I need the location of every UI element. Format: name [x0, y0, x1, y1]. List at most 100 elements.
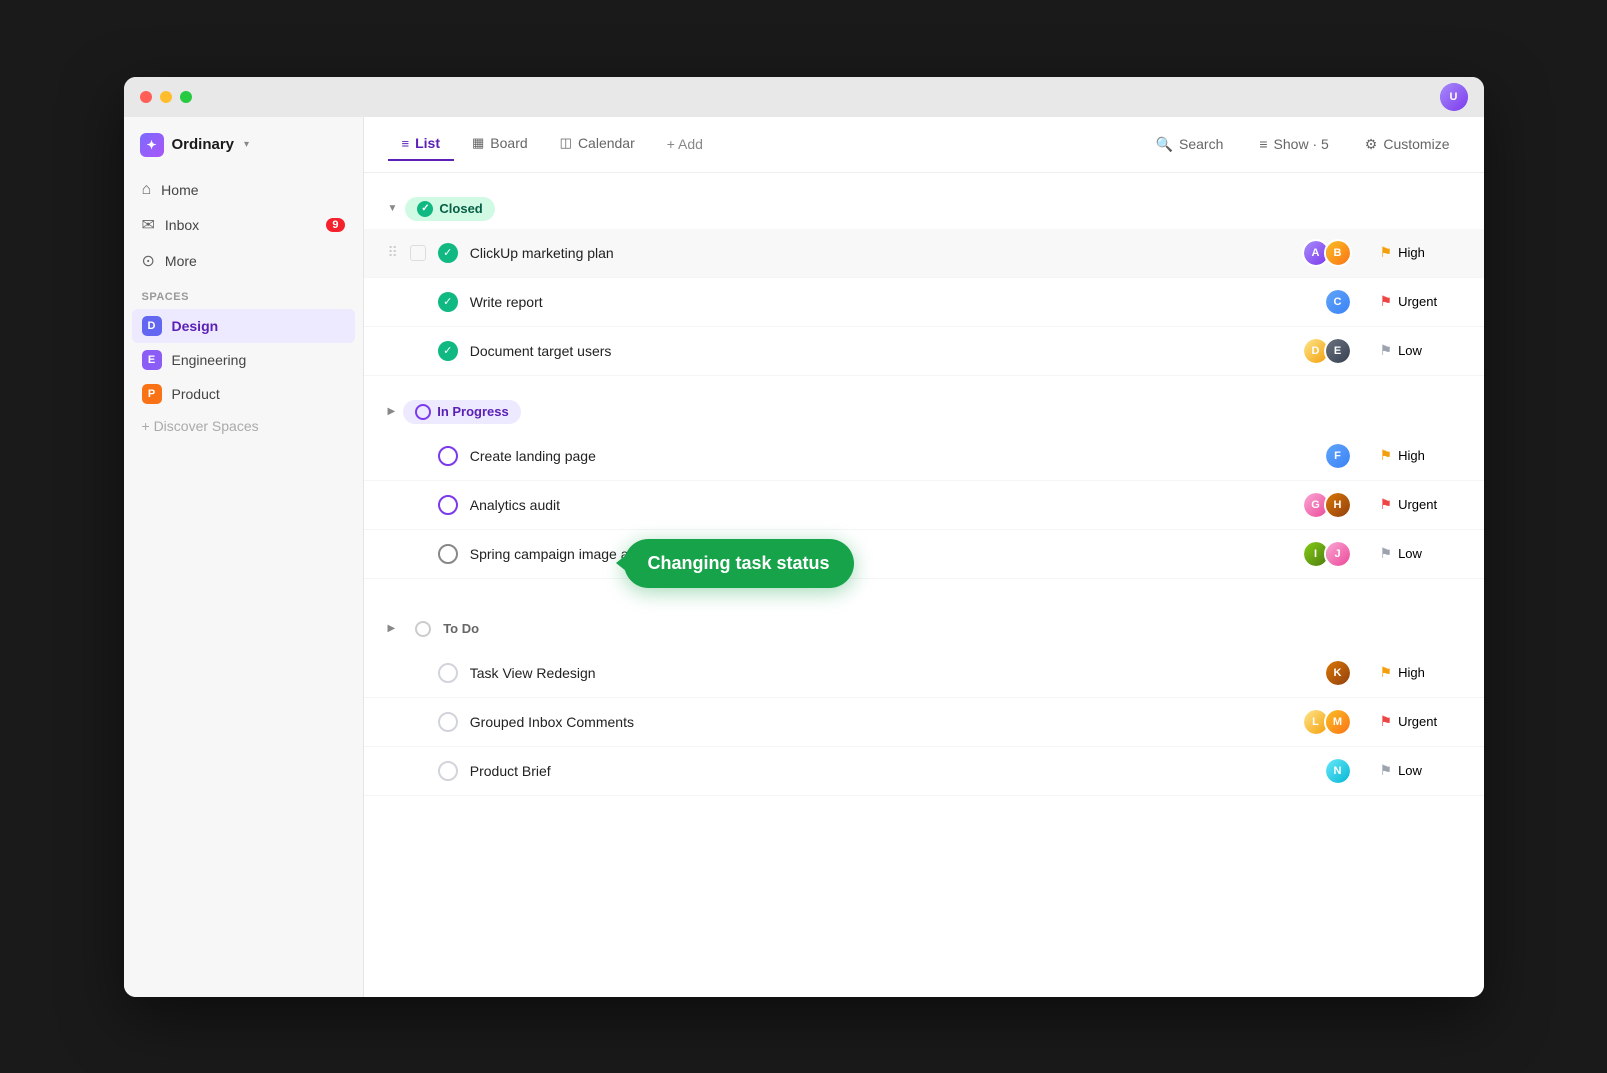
list-icon: ≡ [402, 136, 410, 151]
discover-spaces-button[interactable]: + Discover Spaces [124, 411, 363, 441]
status-check-icon[interactable]: ✓ [438, 292, 458, 312]
table-row[interactable]: ⠿ ✓ Document target users D E ⚑ Low [364, 327, 1484, 376]
sidebar-item-more[interactable]: ⊙ More [132, 243, 355, 279]
section-header-in-progress[interactable]: ▶ In Progress [364, 392, 1484, 432]
minimize-button[interactable] [160, 91, 172, 103]
table-row[interactable]: ⠿ Grouped Inbox Comments L M ⚑ Urgent [364, 698, 1484, 747]
inbox-icon: ✉ [142, 215, 155, 235]
brand-name: Ordinary [172, 136, 235, 153]
chevron-down-icon: ▼ [388, 203, 398, 214]
status-circle-icon[interactable] [438, 712, 458, 732]
inbox-badge: 9 [326, 218, 344, 232]
sidebar-item-label: Inbox [165, 217, 199, 233]
task-avatars: G H [1302, 491, 1352, 519]
task-name: Document target users [470, 343, 1290, 359]
sidebar-item-product[interactable]: P Product [132, 377, 355, 411]
task-avatars: F [1324, 442, 1352, 470]
task-avatars: D E [1302, 337, 1352, 365]
task-avatars: I J [1302, 540, 1352, 568]
flag-icon: ⚑ [1380, 496, 1393, 513]
section-header-to-do[interactable]: ▶ To Do [364, 609, 1484, 649]
priority-badge: ⚑ High [1380, 447, 1460, 464]
search-icon: 🔍 [1156, 136, 1173, 153]
status-circle-icon[interactable] [438, 495, 458, 515]
priority-badge: ⚑ Low [1380, 545, 1460, 562]
table-row[interactable]: ⠿ ✓ ClickUp marketing plan A B ⚑ High [364, 229, 1484, 278]
avatar: K [1324, 659, 1352, 687]
status-closed-icon: ✓ [417, 201, 433, 217]
app-body: ✦ Ordinary ▾ ⌂ Home ✉ Inbox 9 ⊙ More [124, 117, 1484, 997]
status-circle-icon[interactable] [438, 761, 458, 781]
avatar[interactable]: U [1440, 83, 1468, 111]
tab-board[interactable]: ▦ Board [458, 127, 542, 161]
chevron-down-icon: ▾ [244, 139, 249, 150]
priority-badge: ⚑ Urgent [1380, 496, 1460, 513]
status-circle-icon[interactable] [438, 446, 458, 466]
space-dot-product: P [142, 384, 162, 404]
status-progress-icon [415, 404, 431, 420]
space-dot-engineering: E [142, 350, 162, 370]
brand[interactable]: ✦ Ordinary ▾ [124, 133, 363, 173]
gear-icon: ⚙ [1365, 136, 1378, 153]
tab-calendar[interactable]: ◫ Calendar [546, 127, 649, 161]
more-icon: ⊙ [142, 251, 155, 271]
flag-icon: ⚑ [1380, 545, 1393, 562]
calendar-icon: ◫ [560, 135, 572, 151]
sidebar-item-design[interactable]: D Design [132, 309, 355, 343]
status-circle-icon[interactable] [438, 544, 458, 564]
search-button[interactable]: 🔍 Search [1146, 130, 1234, 159]
status-todo-icon [415, 621, 431, 637]
flag-icon: ⚑ [1380, 762, 1393, 779]
spaces-header: Spaces [124, 279, 363, 309]
tab-list[interactable]: ≡ List [388, 127, 454, 161]
task-list: ▼ ✓ Closed ⠿ ✓ ClickUp marketing plan A … [364, 173, 1484, 997]
avatar: B [1324, 239, 1352, 267]
status-check-icon[interactable]: ✓ [438, 243, 458, 263]
table-row[interactable]: ⠿ Product Brief N ⚑ Low [364, 747, 1484, 796]
app-window: U ✦ Ordinary ▾ ⌂ Home ✉ Inbox 9 [124, 77, 1484, 997]
sidebar-item-home[interactable]: ⌂ Home [132, 173, 355, 207]
closed-section-badge: ✓ Closed [405, 197, 494, 221]
search-label: Search [1179, 136, 1223, 152]
section-header-closed[interactable]: ▼ ✓ Closed [364, 189, 1484, 229]
status-circle-icon[interactable] [438, 663, 458, 683]
priority-badge: ⚑ Low [1380, 762, 1460, 779]
avatar: M [1324, 708, 1352, 736]
tab-list-label: List [415, 135, 440, 151]
table-row[interactable]: ⠿ Task View Redesign K ⚑ High [364, 649, 1484, 698]
tab-board-label: Board [490, 135, 527, 151]
flag-icon: ⚑ [1380, 664, 1393, 681]
customize-button[interactable]: ⚙ Customize [1355, 130, 1460, 159]
task-name: Analytics audit [470, 497, 1290, 513]
avatar: J [1324, 540, 1352, 568]
to-do-section-badge: To Do [403, 617, 491, 641]
flag-icon: ⚑ [1380, 447, 1393, 464]
table-row[interactable]: ⠿ Create landing page F ⚑ High [364, 432, 1484, 481]
drag-handle-icon[interactable]: ⠿ [388, 244, 398, 261]
avatar: H [1324, 491, 1352, 519]
table-row[interactable]: ⠿ ✓ Write report C ⚑ Urgent [364, 278, 1484, 327]
sidebar-item-inbox[interactable]: ✉ Inbox 9 [132, 207, 355, 243]
tooltip-arrow [616, 555, 626, 571]
table-row[interactable]: ⠿ Spring campaign image assets I J ⚑ Low [364, 530, 1484, 579]
priority-badge: ⚑ High [1380, 244, 1460, 261]
task-avatars: K [1324, 659, 1352, 687]
add-view-button[interactable]: + Add [653, 128, 717, 160]
titlebar: U [124, 77, 1484, 117]
close-button[interactable] [140, 91, 152, 103]
show-button[interactable]: ≡ Show · 5 [1249, 130, 1338, 158]
brand-icon: ✦ [140, 133, 164, 157]
task-name: Spring campaign image assets [470, 546, 1290, 562]
avatar: E [1324, 337, 1352, 365]
task-checkbox[interactable] [410, 245, 426, 261]
maximize-button[interactable] [180, 91, 192, 103]
sidebar-item-engineering[interactable]: E Engineering [132, 343, 355, 377]
tab-calendar-label: Calendar [578, 135, 635, 151]
priority-badge: ⚑ Urgent [1380, 293, 1460, 310]
table-row[interactable]: ⠿ Analytics audit G H ⚑ Urgent [364, 481, 1484, 530]
task-avatars: A B [1302, 239, 1352, 267]
chevron-right-icon: ▶ [388, 406, 396, 417]
flag-icon: ⚑ [1380, 293, 1393, 310]
task-avatars: N [1324, 757, 1352, 785]
status-check-icon[interactable]: ✓ [438, 341, 458, 361]
